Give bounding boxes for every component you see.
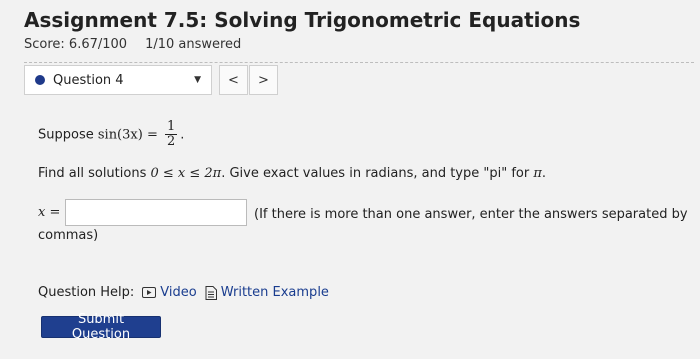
question-select-label: Question 4 [53, 72, 124, 88]
divider [24, 62, 694, 63]
video-icon [142, 287, 157, 298]
instruction-line-2: commas) [38, 228, 99, 243]
instruction-line-1: (If there is more than one answer, enter… [254, 207, 688, 222]
answer-input[interactable] [65, 199, 247, 226]
fraction: 12 [164, 119, 178, 150]
answered-count: 1/10 answered [145, 37, 242, 52]
next-question-button[interactable]: > [249, 65, 278, 95]
video-link-label: Video [160, 285, 197, 300]
interval-math: 0 ≤ x ≤ 2π [150, 166, 222, 181]
previous-question-button[interactable]: < [219, 65, 248, 95]
video-link[interactable]: Video [142, 285, 197, 300]
find-suffix: . Give exact values in radians, and type… [221, 166, 534, 181]
document-icon [205, 285, 217, 300]
equation-period: . [180, 127, 185, 143]
suppose-text: Suppose [38, 127, 98, 143]
page-title: Assignment 7.5: Solving Trigonometric Eq… [24, 8, 581, 32]
written-example-label: Written Example [220, 285, 329, 300]
score-line: Score: 6.67/100 1/10 answered [24, 37, 241, 52]
equation-lhs: sin(3x) = [97, 127, 162, 143]
written-example-link[interactable]: Written Example [205, 285, 329, 300]
chevron-right-icon: > [258, 72, 269, 88]
fraction-numerator: 1 [166, 119, 176, 134]
question-select[interactable]: Question 4 ▼ [24, 65, 212, 95]
pi-symbol: π [533, 166, 542, 181]
question-help: Question Help: Video Written Example [38, 285, 329, 300]
dropdown-caret-icon: ▼ [194, 75, 201, 85]
question-prompt: Suppose sin(3x) = 12. [38, 119, 185, 150]
find-end: . [541, 166, 547, 181]
fraction-denominator: 2 [166, 134, 176, 150]
submit-question-button[interactable]: Submit Question [41, 312, 161, 342]
chevron-left-icon: < [228, 72, 239, 88]
question-instructions: Find all solutions 0 ≤ x ≤ 2π. Give exac… [38, 166, 546, 181]
answer-variable-label: x = [38, 205, 61, 220]
help-label: Question Help: [38, 285, 135, 300]
score-text: Score: 6.67/100 [24, 37, 128, 52]
status-dot-icon [35, 75, 45, 85]
find-text: Find all solutions [38, 166, 151, 181]
